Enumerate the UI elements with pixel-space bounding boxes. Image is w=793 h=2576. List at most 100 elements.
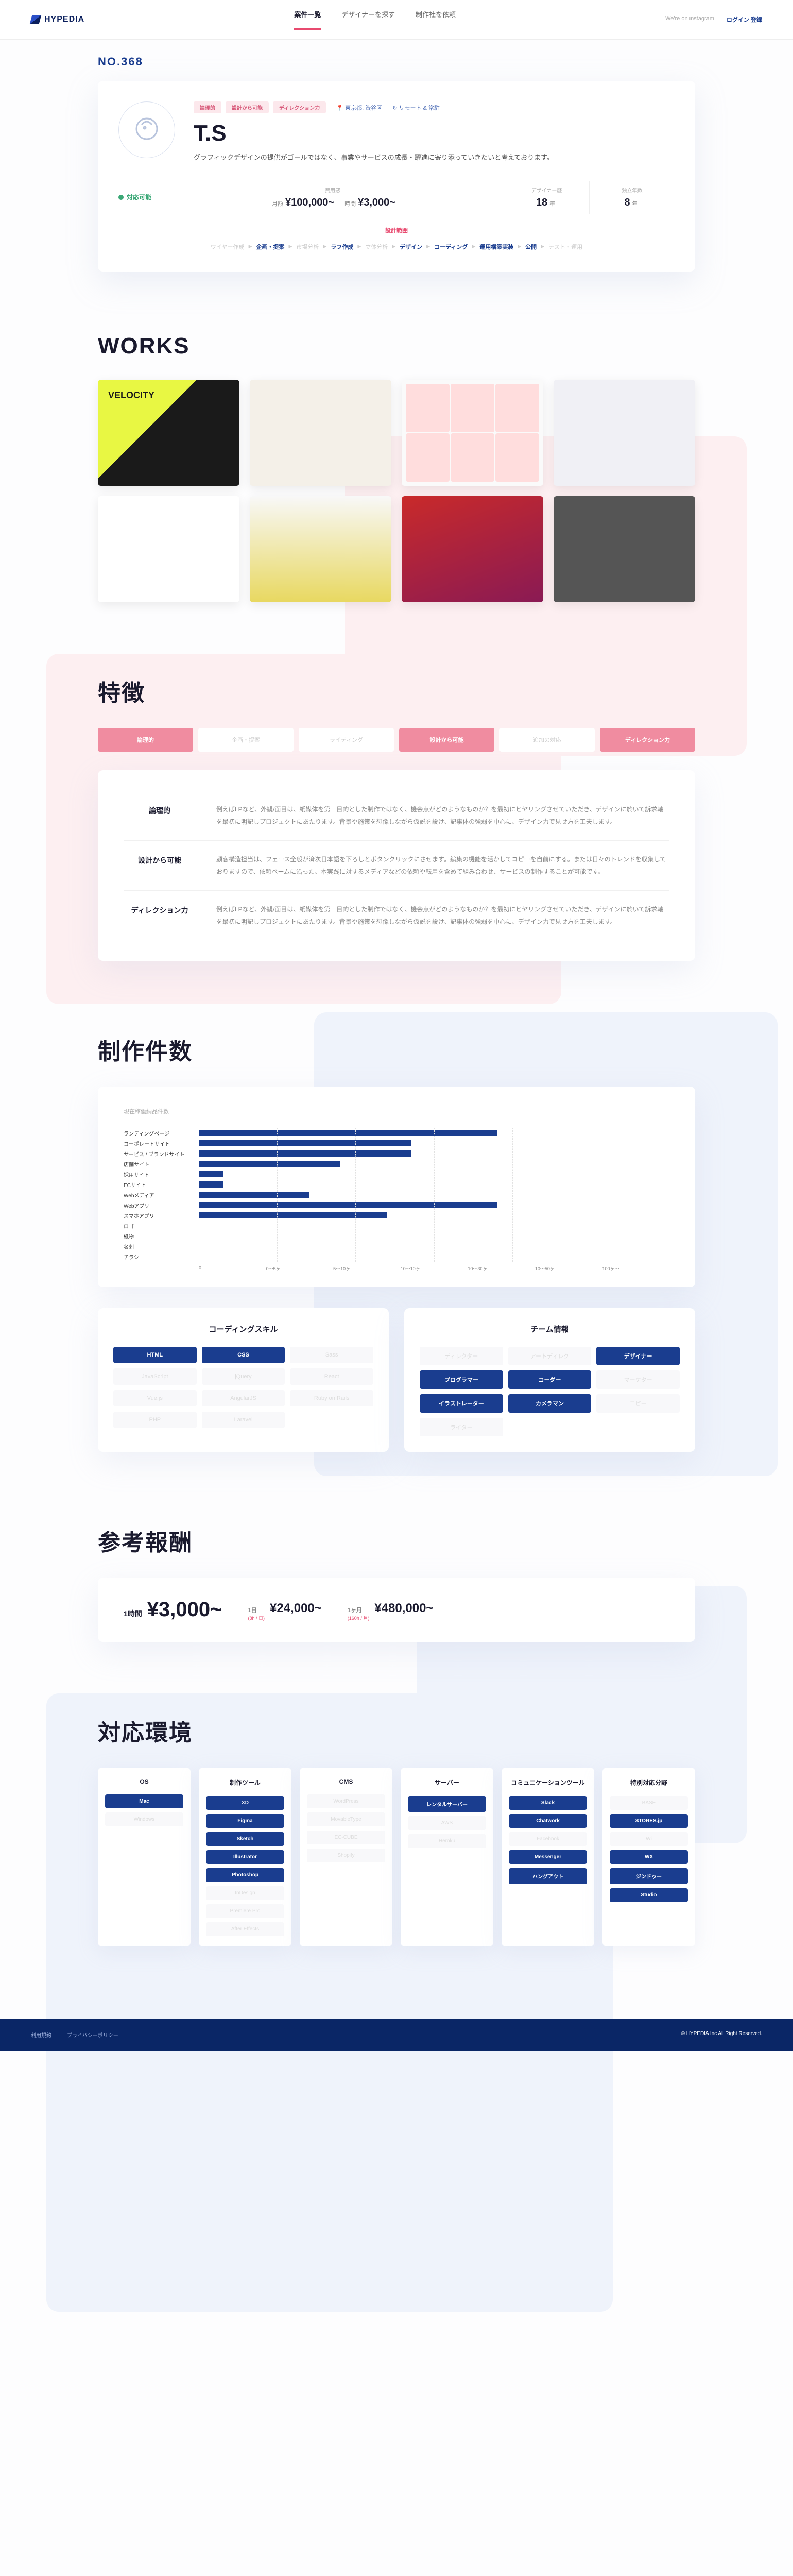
process-step: 市場分析 (296, 243, 319, 251)
team-info-card: チーム情報 ディレクターアートディレクデザイナープログラマーコーダーマーケターイ… (404, 1308, 695, 1452)
feature-row: 設計から可能顧客構造担当は、フェース全般が済次日本語を下ろしとボタンクリックにさ… (124, 841, 669, 891)
price-item: 1ヶ月(160h / 月)¥480,000~ (348, 1601, 434, 1621)
env-column: 制作ツールXDFigmaSketchIllustratorPhotoshopIn… (199, 1768, 291, 1946)
env-pill: WordPress (307, 1794, 385, 1808)
logo[interactable]: HYPEDIA (31, 15, 84, 24)
env-pill: XD (206, 1796, 284, 1810)
env-pill: After Effects (206, 1922, 284, 1936)
chart-label: スマホアプリ (124, 1210, 191, 1221)
chart-bar (199, 1140, 411, 1146)
x-tick: 0 (199, 1265, 266, 1272)
x-tick: 0～5ヶ (266, 1265, 334, 1272)
env-column: サーバーレンタルサーバーAWSHeroku (401, 1768, 493, 1946)
env-pill: STORES.jp (610, 1814, 688, 1828)
profile-description: グラフィックデザインの提供がゴールではなく、事業やサービスの成長・躍進に寄り添っ… (194, 151, 675, 164)
chart-bar (199, 1212, 387, 1218)
chart-y-labels: ランディングページコーポレートサイトサービス / ブランドサイト店舗サイト採用サ… (124, 1128, 191, 1262)
env-title: 対応環境 (98, 1714, 695, 1747)
chart-bar (199, 1150, 411, 1157)
env-pill: Wi (610, 1832, 688, 1846)
x-tick: 10～30ヶ (468, 1265, 535, 1272)
footer-link[interactable]: プライバシーポリシー (67, 2031, 118, 2039)
skill-pill: カメラマン (508, 1394, 592, 1413)
header: HYPEDIA 案件一覧デザイナーを探す制作社を依頼 We're on inst… (0, 0, 793, 40)
env-pill: Studio (610, 1888, 688, 1902)
env-pill: Chatwork (509, 1814, 587, 1828)
skill-pill: アートディレク (508, 1347, 592, 1365)
contact-link[interactable]: We're on instagram (665, 15, 714, 24)
feature-tab[interactable]: ライティング (299, 728, 394, 752)
work-item[interactable]: VELOCITY (98, 380, 239, 486)
work-item[interactable] (554, 496, 695, 602)
features-section: 特徴 論理的企画・提案ライティング設計から可能追加の対応ディレクション力 論理的… (67, 674, 726, 961)
login-button[interactable]: ログイン 登録 (727, 15, 762, 24)
chart-label: Webアプリ (124, 1200, 191, 1210)
skill-pill: Laravel (202, 1412, 285, 1428)
works-section: WORKS VELOCITY (67, 333, 726, 603)
remote-badge: ↻ リモート & 常駐 (392, 104, 440, 112)
nav-item[interactable]: 制作社を依頼 (416, 9, 456, 30)
env-pill: ハングアウト (509, 1868, 587, 1884)
chart-label: ロゴ (124, 1221, 191, 1231)
works-title: WORKS (98, 333, 695, 359)
feature-tab[interactable]: 論理的 (98, 728, 193, 752)
process-step: テスト・運用 (548, 243, 582, 251)
env-pill: Heroku (408, 1834, 486, 1848)
header-right: We're on instagram ログイン 登録 (665, 15, 762, 24)
nav-item[interactable]: デザイナーを探す (341, 9, 395, 30)
skill-pill: コーダー (508, 1370, 592, 1389)
skill-pill: Vue.js (113, 1390, 197, 1406)
footer: 利用規約プライバシーポリシー © HYPEDIA Inc All Right R… (0, 2019, 793, 2051)
chart-label: 紙物 (124, 1231, 191, 1241)
feature-tab[interactable]: 設計から可能 (399, 728, 494, 752)
env-column: コミュニケーションツールSlackChatworkFacebookMesseng… (502, 1768, 594, 1946)
price-title: 参考報酬 (98, 1524, 695, 1557)
work-item[interactable] (250, 380, 391, 486)
chart-bar (199, 1161, 340, 1167)
status-badge: 対応可能 (118, 193, 151, 201)
env-pill: EC-CUBE (307, 1831, 385, 1844)
skill-pill: JavaScript (113, 1368, 197, 1385)
skill-pill: マーケター (596, 1370, 680, 1389)
skill-pill: jQuery (202, 1368, 285, 1385)
feature-tab[interactable]: ディレクション力 (600, 728, 695, 752)
env-pill: Mac (105, 1794, 183, 1808)
main-nav: 案件一覧デザイナーを探す制作社を依頼 (294, 9, 456, 30)
feature-tag: 設計から可能 (226, 101, 269, 113)
work-item[interactable] (98, 496, 239, 602)
process-step: 公開 (525, 243, 537, 251)
process-step: コーディング (434, 243, 468, 251)
work-item[interactable] (402, 380, 543, 486)
stats-title: 制作件数 (98, 1033, 695, 1066)
process-steps: ワイヤー作成▶企画・提案▶市場分析▶ラフ作成▶立体分析▶デザイン▶コーディング▶… (118, 243, 675, 251)
profile-name: T.S (194, 121, 675, 146)
avatar (118, 101, 175, 158)
skill-pill: Ruby on Rails (290, 1390, 373, 1406)
feature-tab[interactable]: 企画・提案 (198, 728, 294, 752)
env-pill: Figma (206, 1814, 284, 1828)
x-tick: 5～10ヶ (333, 1265, 401, 1272)
skill-pill: PHP (113, 1412, 197, 1428)
stats-subtitle: 現在稼働納品件数 (124, 1107, 669, 1115)
env-pill: Shopify (307, 1849, 385, 1862)
coding-skills-card: コーディングスキル HTMLCSSSassJavaScriptjQueryRea… (98, 1308, 389, 1452)
bar-chart: ランディングページコーポレートサイトサービス / ブランドサイト店舗サイト採用サ… (124, 1128, 669, 1262)
work-item[interactable] (554, 380, 695, 486)
chart-bars (199, 1128, 669, 1262)
nav-item[interactable]: 案件一覧 (294, 9, 321, 30)
work-item[interactable] (402, 496, 543, 602)
price-item: 1時間¥3,000~ (124, 1598, 222, 1621)
chart-bar (199, 1130, 497, 1136)
feature-tab[interactable]: 追加の対応 (499, 728, 595, 752)
footer-link[interactable]: 利用規約 (31, 2031, 51, 2039)
chart-label: チラシ (124, 1251, 191, 1262)
profile-card: 論理的設計から可能ディレクション力📍 東京都, 渋谷区↻ リモート & 常駐 T… (98, 81, 695, 272)
stats-grid: 費用感月額¥100,000~時間¥3,000~デザイナー歴18年独立年数8年 (162, 181, 675, 214)
chart-label: 採用サイト (124, 1169, 191, 1179)
env-pill: Photoshop (206, 1868, 284, 1882)
skill-pill: CSS (202, 1347, 285, 1363)
skill-pill: React (290, 1368, 373, 1385)
env-pill: Facebook (509, 1832, 587, 1846)
price-item: 1日(8h / 日)¥24,000~ (248, 1601, 322, 1621)
work-item[interactable] (250, 496, 391, 602)
